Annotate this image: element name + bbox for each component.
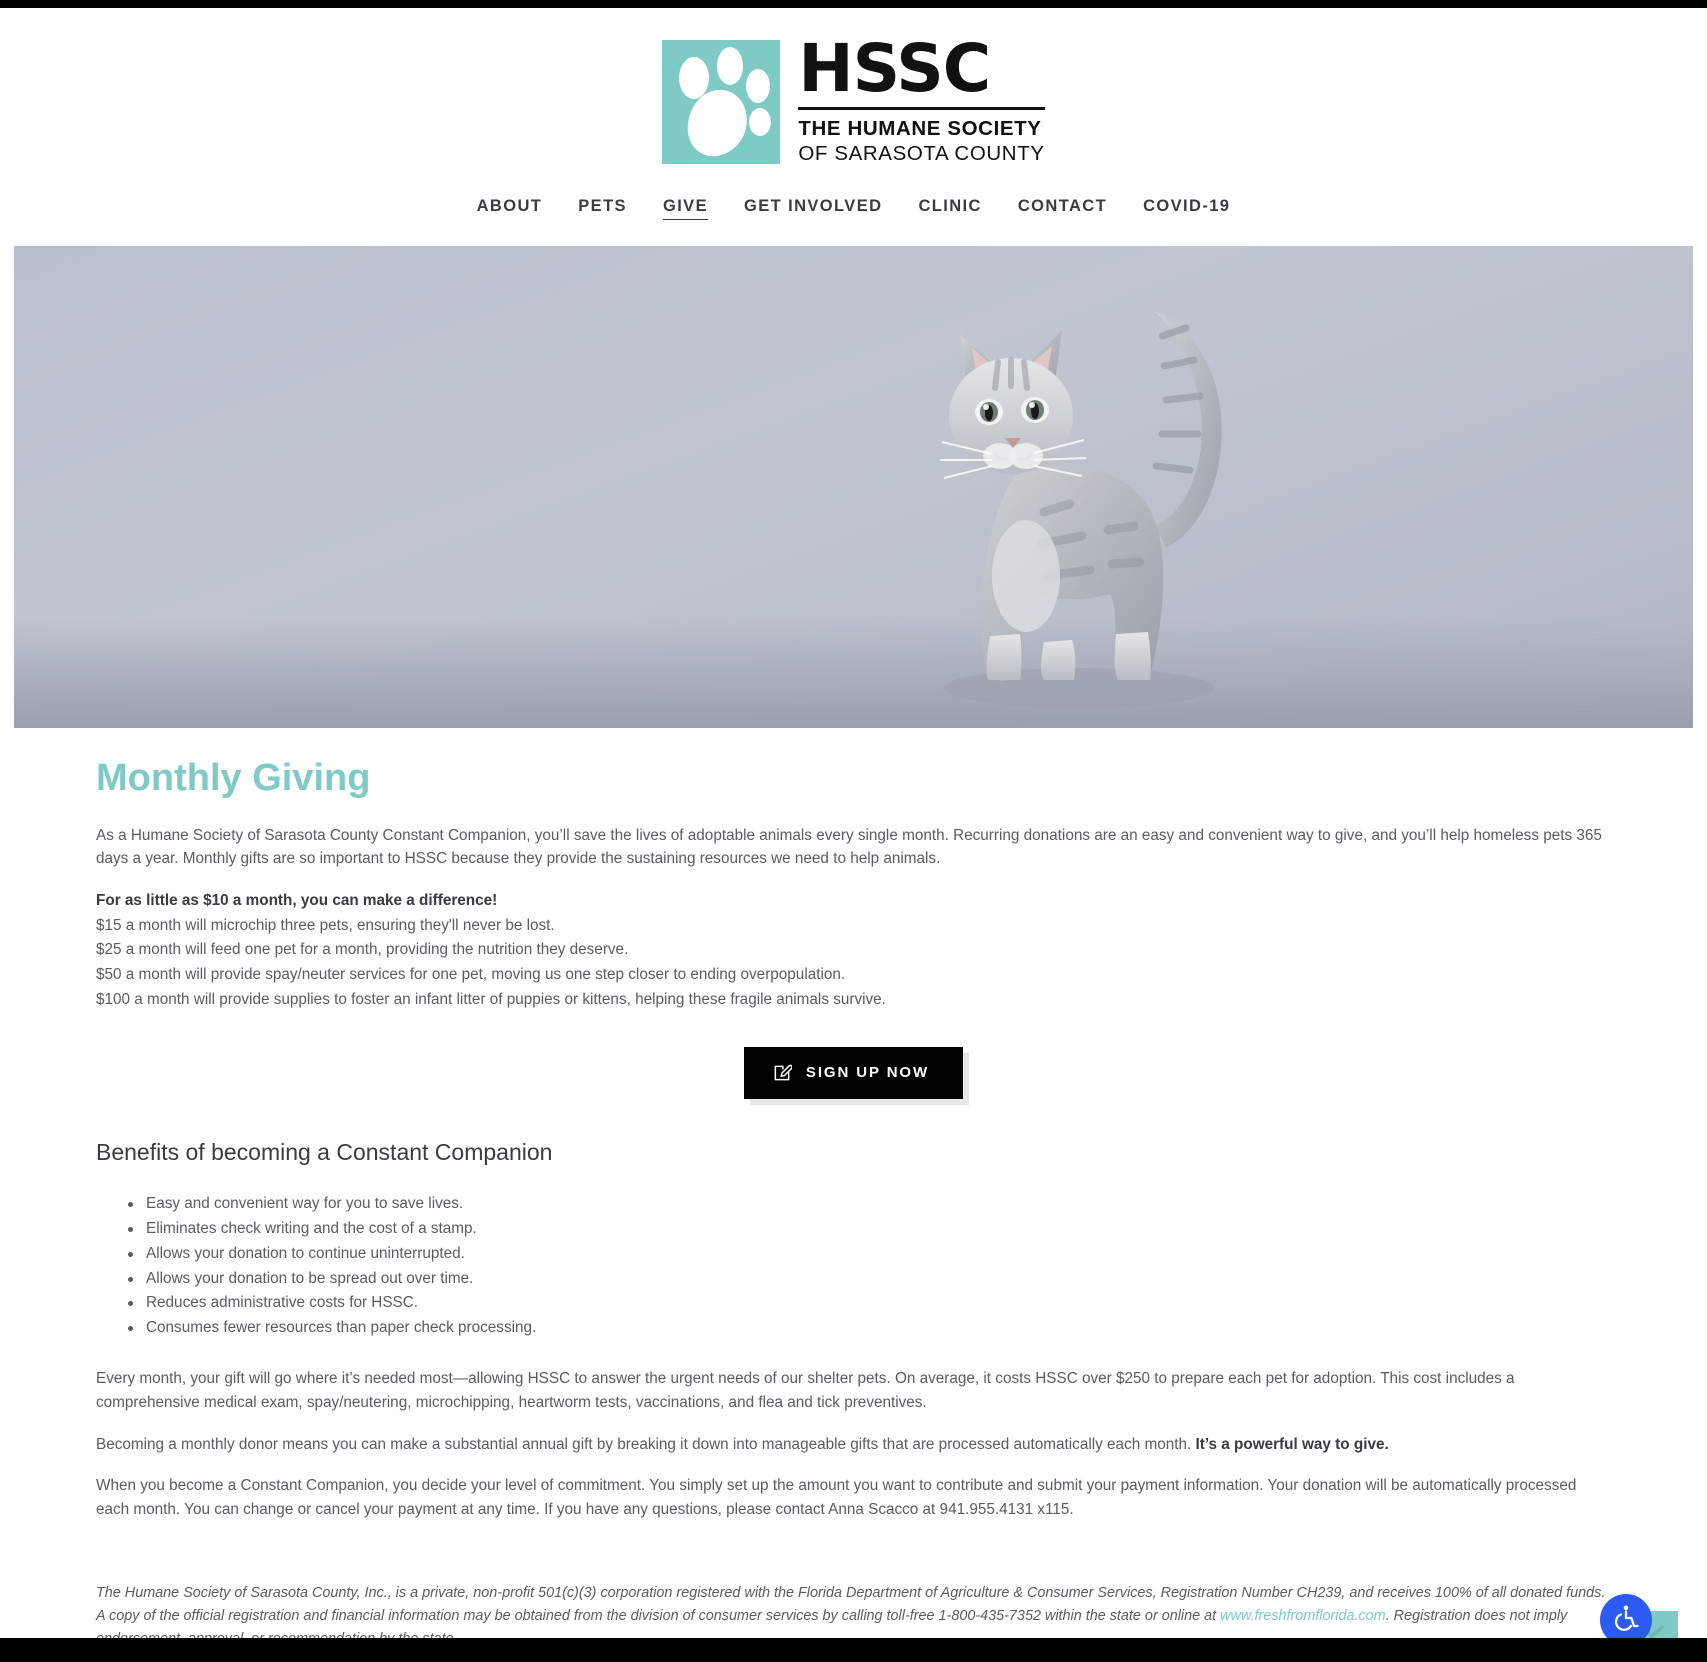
logo-wordmark: HSSC THE HUMANE SOCIETY OF SARASOTA COUN… — [798, 30, 1045, 167]
logo-divider — [798, 106, 1045, 110]
nav-item-covid-19[interactable]: COVID-19 — [1143, 197, 1230, 219]
edit-square-icon — [772, 1063, 792, 1083]
donation-tier-25: $25 a month will feed one pet for a mont… — [96, 941, 629, 959]
donation-tiers: For as little as $10 a month, you can ma… — [96, 889, 1611, 1013]
benefits-heading: Benefits of becoming a Constant Companio… — [96, 1138, 553, 1165]
nav-item-about[interactable]: ABOUT — [477, 197, 543, 219]
donation-tiers-heading: For as little as $10 a month, you can ma… — [96, 891, 498, 909]
browser-top-edge — [0, 0, 1707, 8]
hero-floor-gradient — [14, 617, 1693, 728]
donation-tier-100: $100 a month will provide supplies to fo… — [96, 991, 886, 1008]
website-body: HSSC THE HUMANE SOCIETY OF SARASOTA COUN… — [0, 8, 1707, 1638]
legal-disclaimer: The Humane Society of Sarasota County, I… — [96, 1582, 1611, 1638]
sign-up-now-button[interactable]: SIGN UP NOW — [743, 1046, 964, 1099]
commitment-paragraph: When you become a Constant Companion, yo… — [96, 1477, 1577, 1519]
list-item: Allows your donation to be spread out ov… — [128, 1267, 1611, 1292]
main-content: Monthly Giving As a Humane Society of Sa… — [0, 756, 1707, 1638]
benefits-list: Easy and convenient way for you to save … — [96, 1192, 1611, 1342]
page-title: Monthly Giving — [96, 756, 371, 799]
nav-item-clinic[interactable]: CLINIC — [918, 197, 981, 219]
wheelchair-accessibility-icon — [1610, 1602, 1642, 1639]
hero-banner — [14, 245, 1693, 728]
browser-bottom-edge — [0, 1638, 1707, 1662]
logo-brand: HSSC — [798, 30, 991, 107]
donation-tier-15: $15 a month will microchip three pets, e… — [96, 916, 555, 934]
cta-container: SIGN UP NOW — [96, 1046, 1611, 1099]
kitten-photo — [940, 311, 1222, 708]
intro-paragraph: As a Humane Society of Sarasota County C… — [96, 826, 1602, 868]
main-navigation: ABOUT PETS GIVE GET INVOLVED CLINIC CONT… — [0, 167, 1707, 246]
nav-item-contact[interactable]: CONTACT — [1018, 197, 1107, 219]
nav-item-pets[interactable]: PETS — [578, 197, 627, 219]
nav-item-get-involved[interactable]: GET INVOLVED — [744, 197, 882, 219]
list-item: Allows your donation to continue uninter… — [128, 1242, 1611, 1267]
page-root: HSSC THE HUMANE SOCIETY OF SARASOTA COUN… — [0, 0, 1707, 1662]
logo-subtitle-line-1: THE HUMANE SOCIETY — [798, 116, 1042, 140]
donation-tier-50: $50 a month will provide spay/neuter ser… — [96, 966, 846, 984]
list-item: Eliminates check writing and the cost of… — [128, 1217, 1611, 1242]
paw-print-icon — [662, 40, 781, 165]
annual-gift-text: Becoming a monthly donor means you can m… — [96, 1435, 1196, 1453]
annual-gift-paragraph: Becoming a monthly donor means you can m… — [96, 1433, 1611, 1457]
sign-up-now-label: SIGN UP NOW — [805, 1064, 930, 1082]
site-logo[interactable]: HSSC THE HUMANE SOCIETY OF SARASOTA COUN… — [662, 30, 1045, 167]
cost-paragraph: Every month, your gift will go where it’… — [96, 1370, 1515, 1411]
annual-gift-emphasis: It’s a powerful way to give. — [1195, 1435, 1389, 1453]
list-item: Consumes fewer resources than paper chec… — [128, 1316, 1611, 1341]
freshfromflorida-link[interactable]: www.freshfromflorida.com — [1220, 1608, 1386, 1624]
list-item: Reduces administrative costs for HSSC. — [128, 1291, 1611, 1316]
nav-item-give[interactable]: GIVE — [662, 197, 708, 220]
list-item: Easy and convenient way for you to save … — [128, 1192, 1611, 1217]
site-header: HSSC THE HUMANE SOCIETY OF SARASOTA COUN… — [0, 8, 1707, 167]
logo-subtitle-line-2: OF SARASOTA COUNTY — [798, 142, 1045, 166]
